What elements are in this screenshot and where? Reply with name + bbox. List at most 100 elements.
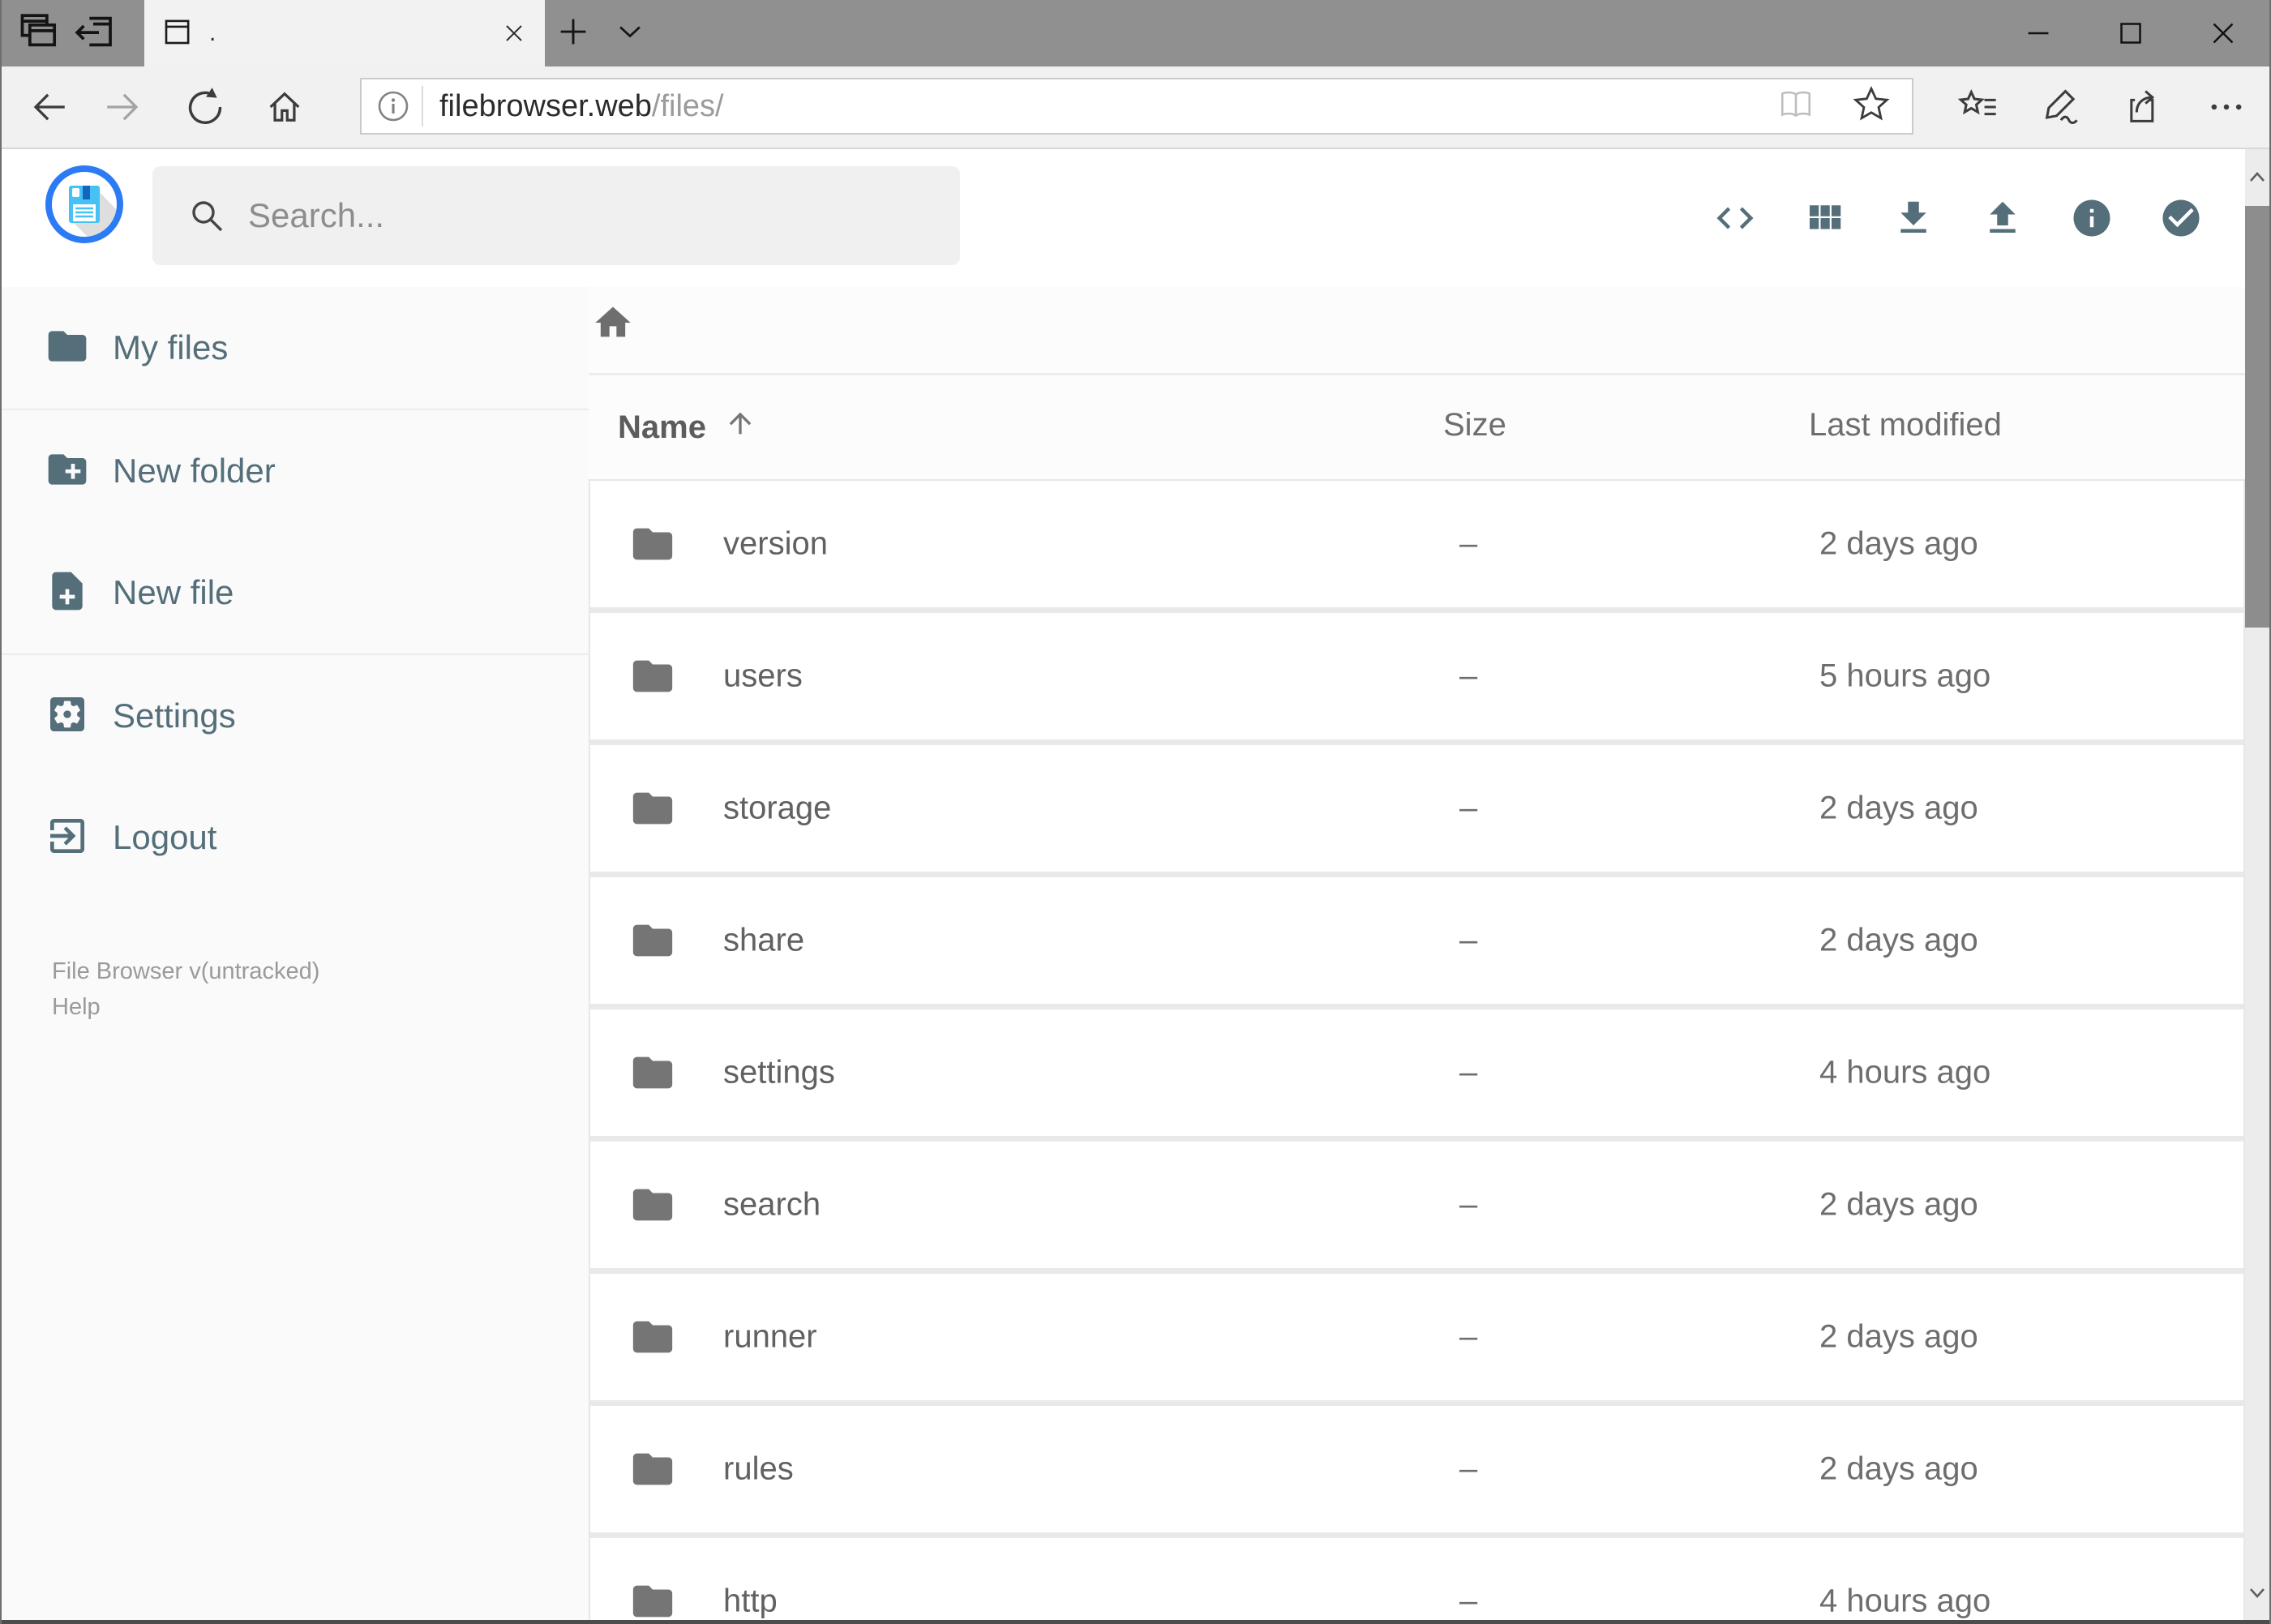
url-text: filebrowser.web/files/: [439, 89, 724, 124]
new-tab-button[interactable]: [545, 0, 602, 66]
file-name: rules: [723, 1450, 794, 1487]
address-bar[interactable]: filebrowser.web/files/: [360, 78, 1913, 135]
set-tabs-aside-button[interactable]: [65, 0, 122, 66]
sidebar-item-new-file[interactable]: New file: [2, 532, 589, 653]
table-row[interactable]: search – 2 days ago: [590, 1142, 2243, 1268]
info-button[interactable]: [2069, 195, 2115, 241]
close-button[interactable]: [2177, 0, 2269, 66]
folder-icon: [629, 1181, 676, 1228]
file-name: runner: [723, 1318, 817, 1355]
folder-icon: [45, 324, 90, 373]
maximize-button[interactable]: [2085, 0, 2177, 66]
forward-button: [86, 66, 165, 148]
column-header-name[interactable]: Name: [618, 407, 756, 448]
grid-view-button[interactable]: [1802, 195, 1847, 241]
sidebar-item-label: New folder: [113, 452, 276, 490]
titlebar: .: [2, 0, 2269, 66]
tab-close-icon[interactable]: [499, 19, 529, 48]
table-row[interactable]: users – 5 hours ago: [590, 613, 2243, 739]
file-size: –: [1459, 525, 1478, 562]
help-link[interactable]: Help: [52, 989, 319, 1025]
sort-ascending-icon: [724, 407, 756, 448]
folder-icon: [629, 1313, 676, 1360]
file-name: settings: [723, 1054, 835, 1091]
folder-icon: [629, 1049, 676, 1096]
settings-gear-icon: [45, 692, 90, 741]
plus-icon: [555, 13, 592, 54]
search-icon: [188, 197, 225, 234]
sidebar-item-settings[interactable]: Settings: [2, 655, 589, 777]
tab-title: .: [209, 19, 216, 46]
tab-preview-button[interactable]: [8, 0, 65, 66]
file-modified: 2 days ago: [1819, 1318, 1978, 1355]
back-button[interactable]: [6, 66, 86, 148]
filebrowser-app: Search... My files New folder New file S…: [2, 149, 2269, 1624]
folder-icon: [629, 1446, 676, 1493]
table-row[interactable]: runner – 2 days ago: [590, 1274, 2243, 1400]
url-path: /files/: [651, 88, 724, 123]
scrollbar-up-icon[interactable]: [2245, 152, 2269, 201]
folder-icon: [629, 521, 676, 568]
scrollbar-down-icon[interactable]: [2245, 1569, 2269, 1618]
file-name: search: [723, 1186, 821, 1223]
app-header: Search...: [2, 149, 2245, 287]
table-row[interactable]: settings – 4 hours ago: [590, 1009, 2243, 1136]
folder-icon: [629, 1578, 676, 1624]
add-favorite-star-icon[interactable]: [1852, 85, 1891, 128]
tab-preview-icon: [14, 9, 59, 58]
window-controls: [1992, 0, 2269, 66]
column-header-modified[interactable]: Last modified: [1809, 407, 2002, 443]
sidebar-item-new-folder[interactable]: New folder: [2, 410, 589, 532]
scrollbar-thumb[interactable]: [2245, 206, 2269, 628]
sidebar-item-my-files[interactable]: My files: [2, 287, 589, 409]
tab-list-button[interactable]: [602, 0, 658, 66]
table-row[interactable]: http – 4 hours ago: [590, 1538, 2243, 1624]
filebrowser-logo-icon: [44, 164, 125, 245]
create-new-folder-icon: [45, 447, 90, 496]
header-actions: [1712, 149, 2204, 287]
site-info-icon[interactable]: [376, 89, 410, 123]
new-file-icon: [45, 568, 90, 618]
code-view-button[interactable]: [1712, 195, 1758, 241]
file-modified: 5 hours ago: [1819, 658, 1991, 694]
breadcrumb-home-icon[interactable]: [592, 302, 634, 348]
select-multiple-button[interactable]: [2158, 195, 2204, 241]
file-size: –: [1459, 1186, 1478, 1223]
sidebar-footer: File Browser v(untracked) Help: [52, 953, 319, 1025]
app-version-text: File Browser v(untracked): [52, 958, 320, 984]
breadcrumb: [592, 302, 634, 348]
file-size: –: [1459, 1450, 1478, 1487]
file-size: –: [1459, 1583, 1478, 1619]
table-row[interactable]: share – 2 days ago: [590, 877, 2243, 1004]
page-scrollbar[interactable]: [2245, 149, 2269, 1624]
address-bar-divider: [422, 86, 423, 126]
search-input[interactable]: Search...: [152, 166, 960, 265]
file-name: storage: [723, 790, 832, 826]
download-button[interactable]: [1891, 195, 1936, 241]
column-header-size[interactable]: Size: [1443, 407, 1506, 443]
file-modified: 4 hours ago: [1819, 1583, 1991, 1619]
logout-icon: [45, 813, 90, 863]
upload-button[interactable]: [1980, 195, 2025, 241]
content-area: Name Size Last modified version – 2 days…: [589, 287, 2245, 1624]
share-button[interactable]: [2102, 66, 2185, 148]
listing-header: Name Size Last modified: [589, 407, 2245, 449]
file-size: –: [1459, 922, 1478, 958]
file-name: share: [723, 922, 805, 958]
navigation-bar: filebrowser.web/files/: [2, 66, 2269, 149]
minimize-button[interactable]: [1992, 0, 2085, 66]
refresh-button[interactable]: [165, 66, 245, 148]
table-row[interactable]: rules – 2 days ago: [590, 1406, 2243, 1532]
table-row[interactable]: storage – 2 days ago: [590, 745, 2243, 872]
home-button[interactable]: [245, 66, 324, 148]
sidebar-item-logout[interactable]: Logout: [2, 777, 589, 898]
sidebar-item-label: My files: [113, 328, 229, 366]
search-placeholder: Search...: [248, 196, 385, 234]
folder-icon: [629, 917, 676, 964]
web-note-pen-button[interactable]: [2020, 66, 2102, 148]
file-modified: 2 days ago: [1819, 922, 1978, 958]
browser-tab[interactable]: .: [144, 0, 545, 66]
settings-menu-ellipsis-button[interactable]: [2185, 66, 2268, 148]
favorites-hub-button[interactable]: [1937, 66, 2020, 148]
table-row[interactable]: version – 2 days ago: [590, 481, 2243, 607]
